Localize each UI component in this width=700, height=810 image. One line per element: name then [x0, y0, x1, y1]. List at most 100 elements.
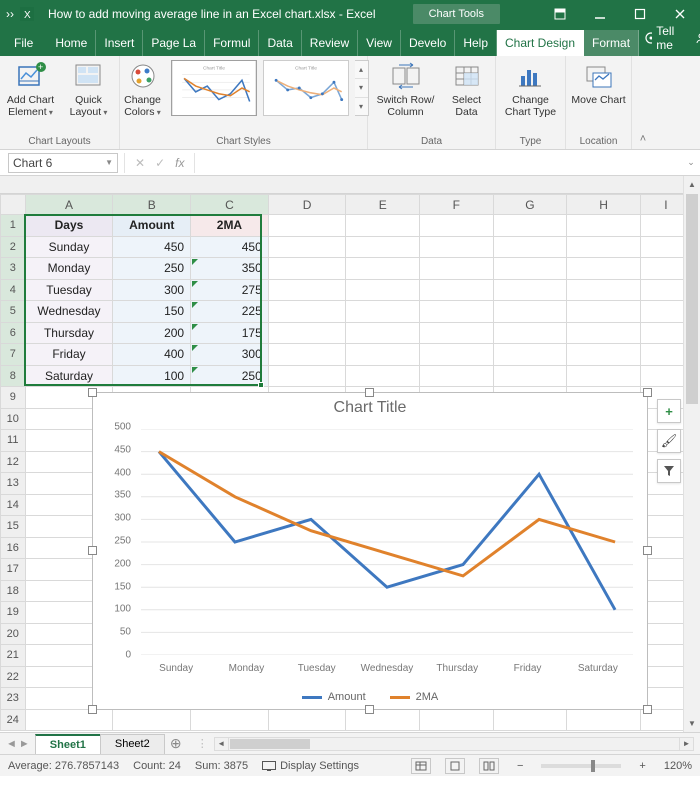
cell[interactable]: Thursday — [25, 322, 113, 344]
cell[interactable]: 200 — [113, 322, 191, 344]
chart-filters-button[interactable] — [657, 459, 681, 483]
cell[interactable]: 450 — [191, 236, 269, 258]
cell[interactable] — [346, 365, 420, 387]
scroll-thumb[interactable] — [686, 194, 698, 404]
row-header[interactable]: 24 — [1, 709, 26, 731]
cell[interactable] — [493, 344, 567, 366]
cell[interactable] — [346, 236, 420, 258]
cell[interactable] — [567, 258, 641, 280]
ribbon-display-options-button[interactable] — [540, 0, 580, 28]
new-sheet-button[interactable]: ⊕ — [165, 735, 187, 752]
tab-chart-design[interactable]: Chart Design — [497, 30, 584, 56]
cell[interactable] — [420, 709, 494, 731]
row-header[interactable]: 2 — [1, 236, 26, 258]
row-header[interactable]: 21 — [1, 645, 26, 667]
switch-row-column-button[interactable]: Switch Row/ Column — [373, 60, 439, 118]
cell[interactable]: 300 — [113, 279, 191, 301]
cell[interactable]: Wednesday — [25, 301, 113, 323]
cell[interactable] — [567, 365, 641, 387]
cell[interactable] — [191, 709, 269, 731]
sheet-nav-next[interactable]: ► — [19, 738, 30, 750]
expand-formula-bar-button[interactable]: ⌄ — [682, 157, 700, 168]
row-header[interactable]: 13 — [1, 473, 26, 495]
chart-style-gallery-more[interactable]: ▴▾▾ — [355, 60, 369, 116]
cell[interactable]: 300 — [191, 344, 269, 366]
row-header[interactable]: 18 — [1, 580, 26, 602]
cell[interactable]: 175 — [191, 322, 269, 344]
cell[interactable] — [113, 709, 191, 731]
row-header[interactable]: 16 — [1, 537, 26, 559]
cell[interactable] — [268, 365, 346, 387]
row-header[interactable]: 17 — [1, 559, 26, 581]
row-header[interactable]: 6 — [1, 322, 26, 344]
move-chart-button[interactable]: Move Chart — [571, 60, 627, 106]
cell[interactable] — [420, 236, 494, 258]
minimize-button[interactable] — [580, 0, 620, 28]
row-header[interactable]: 14 — [1, 494, 26, 516]
normal-view-button[interactable] — [411, 758, 431, 774]
cell[interactable] — [25, 709, 113, 731]
scroll-left-button[interactable]: ◄ — [215, 738, 229, 750]
row-header[interactable]: 9 — [1, 387, 26, 409]
cell[interactable] — [346, 322, 420, 344]
cell[interactable] — [268, 236, 346, 258]
cell[interactable] — [268, 301, 346, 323]
cell[interactable] — [567, 322, 641, 344]
formula-input[interactable] — [195, 153, 682, 173]
change-colors-button[interactable]: Change Colors — [119, 60, 167, 118]
resize-handle[interactable] — [643, 546, 652, 555]
zoom-level[interactable]: 120% — [664, 760, 692, 772]
embedded-chart[interactable]: Chart Title 0501001502002503003504004505… — [92, 392, 648, 710]
zoom-slider[interactable] — [541, 764, 621, 768]
column-header[interactable]: E — [346, 195, 420, 215]
cell[interactable] — [567, 301, 641, 323]
cell[interactable] — [567, 279, 641, 301]
cell[interactable] — [268, 709, 346, 731]
cell[interactable] — [493, 236, 567, 258]
sheet-nav-prev[interactable]: ◄ — [6, 738, 17, 750]
scroll-up-button[interactable]: ▲ — [684, 176, 700, 193]
cell[interactable] — [493, 709, 567, 731]
tab-help[interactable]: Help — [455, 30, 497, 56]
cell[interactable] — [493, 279, 567, 301]
plot-area[interactable] — [141, 429, 633, 655]
tab-view[interactable]: View — [358, 30, 401, 56]
cell[interactable] — [420, 258, 494, 280]
scroll-right-button[interactable]: ► — [679, 738, 693, 750]
quick-layout-button[interactable]: Quick Layout — [62, 60, 116, 118]
row-header[interactable]: 11 — [1, 430, 26, 452]
tab-formul[interactable]: Formul — [205, 30, 259, 56]
tab-format[interactable]: Format — [584, 30, 639, 56]
cell[interactable] — [420, 365, 494, 387]
cell[interactable] — [268, 344, 346, 366]
cell[interactable]: Saturday — [25, 365, 113, 387]
resize-handle[interactable] — [365, 388, 374, 397]
row-header[interactable]: 15 — [1, 516, 26, 538]
cell[interactable] — [346, 709, 420, 731]
cell[interactable]: Friday — [25, 344, 113, 366]
row-header[interactable]: 8 — [1, 365, 26, 387]
cell[interactable] — [567, 215, 641, 237]
display-settings-button[interactable]: Display Settings — [262, 760, 359, 772]
cell[interactable]: 250 — [113, 258, 191, 280]
column-header[interactable]: C — [191, 195, 269, 215]
name-box[interactable]: Chart 6▼ — [8, 153, 118, 173]
zoom-in-button[interactable]: + — [635, 760, 649, 772]
resize-handle[interactable] — [365, 705, 374, 714]
cell[interactable] — [493, 215, 567, 237]
cell[interactable]: Days — [25, 215, 113, 237]
add-chart-element-button[interactable]: + Add Chart Element — [4, 60, 58, 118]
chart-style-1[interactable]: Chart Title — [171, 60, 257, 116]
cell[interactable]: 450 — [113, 236, 191, 258]
select-data-button[interactable]: Select Data — [443, 60, 491, 118]
cell[interactable] — [346, 258, 420, 280]
tab-data[interactable]: Data — [259, 30, 301, 56]
horizontal-scrollbar[interactable]: ◄ ► — [214, 737, 694, 751]
tab-file[interactable]: File — [0, 30, 47, 56]
resize-handle[interactable] — [88, 388, 97, 397]
resize-handle[interactable] — [643, 388, 652, 397]
cell[interactable]: Tuesday — [25, 279, 113, 301]
page-break-view-button[interactable] — [479, 758, 499, 774]
scroll-thumb[interactable] — [230, 739, 310, 749]
sheet-tab[interactable]: Sheet2 — [100, 734, 165, 754]
